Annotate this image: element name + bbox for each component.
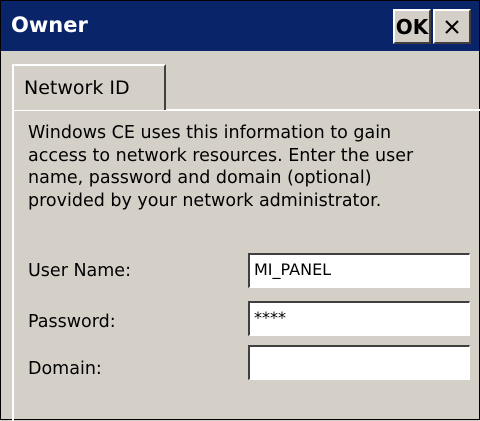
username-field[interactable]: MI_PANEL xyxy=(248,253,470,288)
username-label: User Name: xyxy=(28,261,131,281)
domain-field[interactable] xyxy=(248,345,470,380)
tab-network-id[interactable]: Network ID xyxy=(12,64,166,110)
window-title: Owner xyxy=(11,13,88,37)
description-line: provided by your network administrator. xyxy=(28,190,382,211)
description-line: access to network resources. Enter the u… xyxy=(28,145,414,166)
ok-button[interactable]: OK xyxy=(393,9,431,44)
close-button[interactable] xyxy=(433,9,471,44)
description-text: Windows CE uses this information to gain… xyxy=(28,122,468,212)
domain-label: Domain: xyxy=(28,359,102,379)
close-icon xyxy=(445,19,459,34)
password-field[interactable]: **** xyxy=(248,301,470,336)
description-line: name, password and domain (optional) xyxy=(28,168,372,188)
password-label: Password: xyxy=(28,312,116,332)
tab-network-id-label: Network ID xyxy=(24,77,130,99)
title-bar[interactable]: Owner OK xyxy=(1,1,479,51)
description-line: Windows CE uses this information to gain xyxy=(28,123,392,143)
owner-dialog: Owner OK Network ID Windows CE uses this… xyxy=(0,0,480,421)
